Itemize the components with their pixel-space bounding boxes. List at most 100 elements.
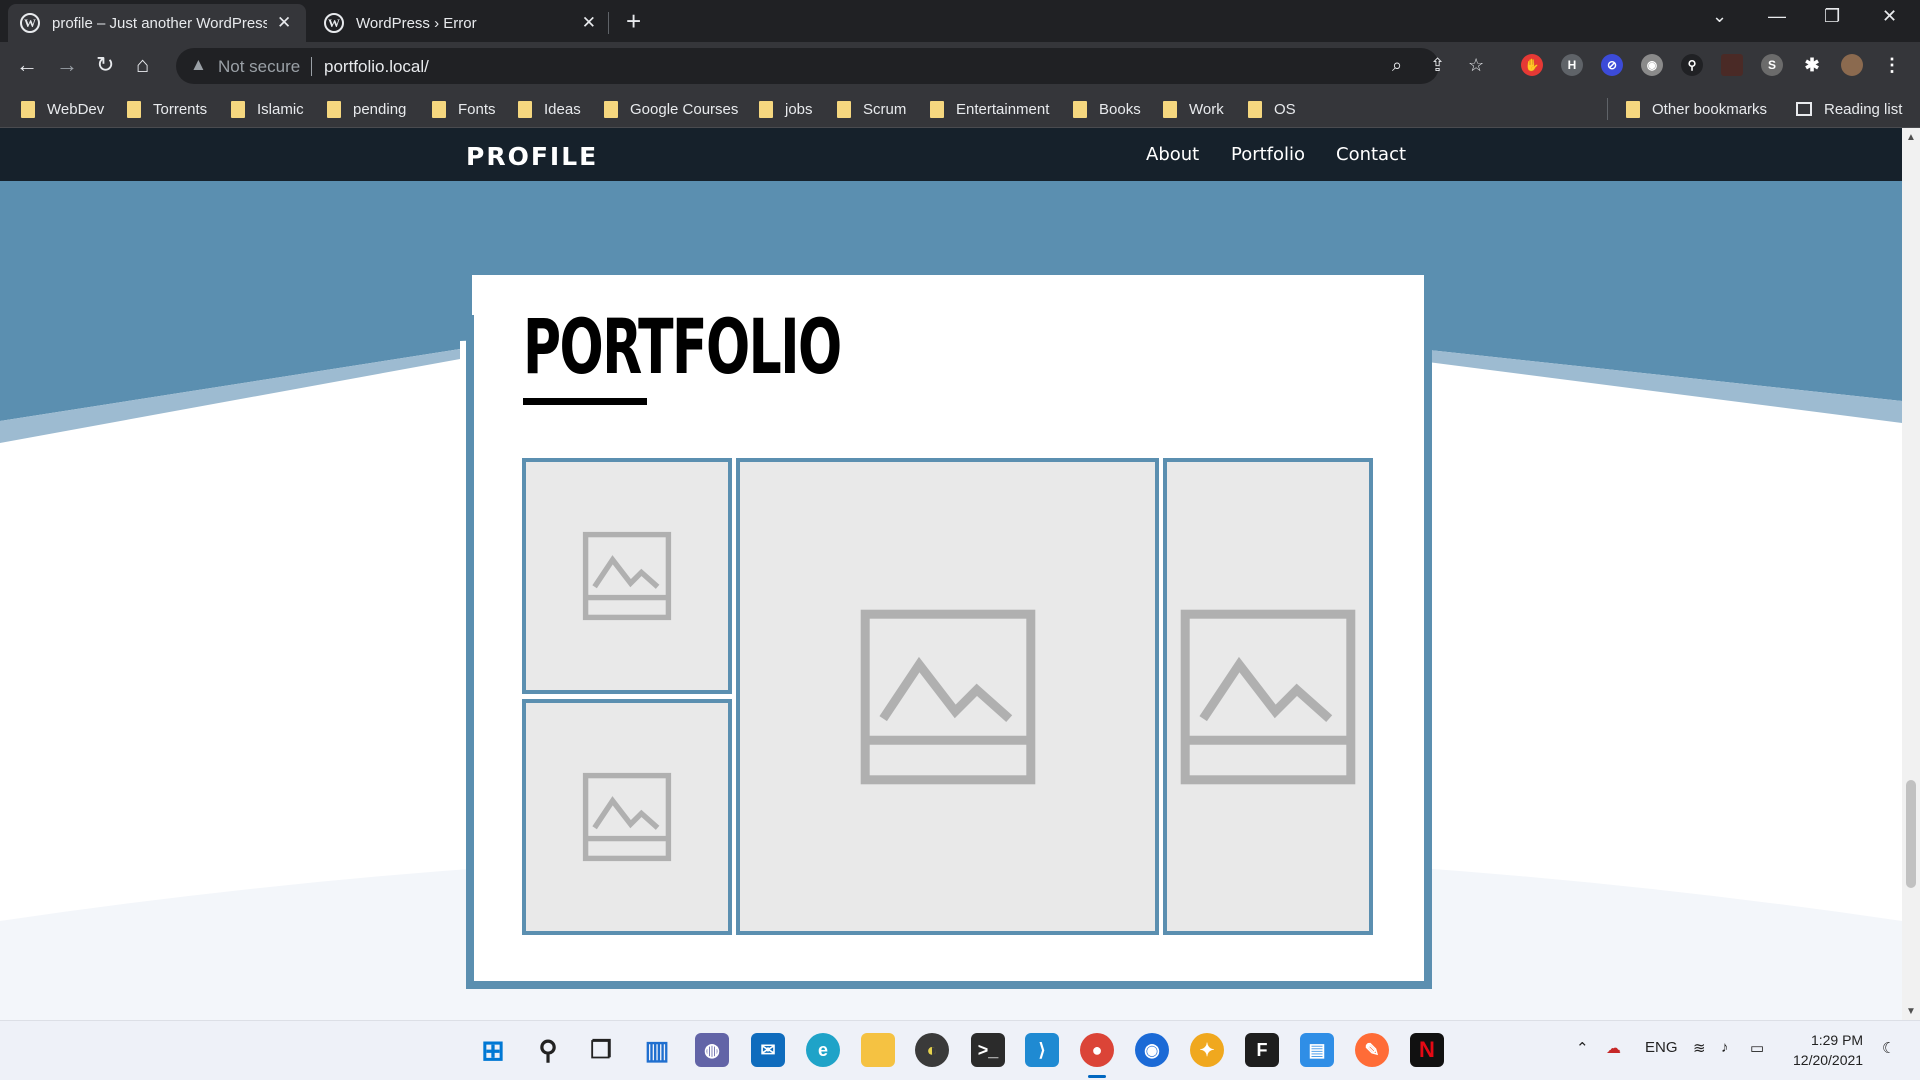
back-icon[interactable]: ← bbox=[16, 52, 38, 78]
bookmark-label: jobs bbox=[785, 100, 813, 118]
network-off-icon[interactable]: ☁ bbox=[1606, 1039, 1621, 1057]
folder-icon bbox=[1626, 100, 1640, 118]
show-hidden-icons-icon[interactable]: ⌃ bbox=[1576, 1039, 1589, 1057]
bookmark-folder[interactable]: Google Courses bbox=[604, 90, 738, 128]
bookmark-folder[interactable]: pending bbox=[327, 90, 406, 128]
new-tab-icon[interactable]: + bbox=[626, 6, 641, 37]
battery-icon[interactable]: ▭ bbox=[1750, 1039, 1764, 1057]
portfolio-item[interactable] bbox=[522, 458, 732, 694]
minimize-icon[interactable]: — bbox=[1768, 6, 1786, 27]
scroll-down-icon[interactable]: ▼ bbox=[1906, 1006, 1916, 1017]
firefox-icon[interactable]: ◉ bbox=[1135, 1033, 1169, 1067]
portfolio-item[interactable] bbox=[736, 458, 1159, 935]
system-clock[interactable]: 1:29 PM 12/20/2021 bbox=[1793, 1030, 1863, 1070]
tab-wordpress-error[interactable]: W WordPress › Error ✕ bbox=[312, 4, 608, 42]
nav-contact[interactable]: Contact bbox=[1336, 144, 1406, 165]
volume-icon[interactable]: ♪ bbox=[1721, 1039, 1729, 1056]
close-tab-icon[interactable]: ✕ bbox=[582, 13, 596, 33]
site-logo[interactable]: PROFILE bbox=[466, 142, 598, 171]
extension-swirl-icon[interactable]: S bbox=[1761, 54, 1783, 76]
home-icon[interactable]: ⌂ bbox=[136, 52, 149, 78]
notifications-icon[interactable]: ☾ bbox=[1882, 1039, 1895, 1057]
tab-search-icon[interactable]: ⌄ bbox=[1712, 6, 1727, 27]
terminal-icon[interactable]: >_ bbox=[971, 1033, 1005, 1067]
clock-date: 12/20/2021 bbox=[1793, 1052, 1864, 1068]
file-explorer-icon[interactable] bbox=[861, 1033, 895, 1067]
adblock-extension-icon[interactable]: ✋ bbox=[1521, 54, 1543, 76]
folder-icon bbox=[21, 100, 35, 118]
page-scrollbar[interactable]: ▲ ▼ bbox=[1902, 128, 1920, 1020]
vscode-icon[interactable]: ⟩ bbox=[1025, 1033, 1059, 1067]
widgets-icon[interactable]: ▥ bbox=[640, 1033, 674, 1067]
language-indicator[interactable]: ENG bbox=[1645, 1039, 1678, 1056]
portfolio-item[interactable] bbox=[1163, 458, 1373, 935]
search-icon[interactable]: ⚲ bbox=[531, 1033, 565, 1067]
postman-icon[interactable]: ✎ bbox=[1355, 1033, 1389, 1067]
address-bar[interactable]: ▲ Not secure portfolio.local/ ⌕ ⇪ ☆ bbox=[176, 48, 1484, 84]
other-bookmarks[interactable]: Other bookmarks bbox=[1626, 90, 1767, 128]
folder-icon bbox=[759, 100, 773, 118]
folder-icon bbox=[1163, 100, 1177, 118]
task-view-icon[interactable]: ❐ bbox=[584, 1033, 618, 1067]
other-bookmarks-label: Other bookmarks bbox=[1652, 100, 1768, 118]
bookmark-folder[interactable]: Fonts bbox=[432, 90, 496, 128]
nav-portfolio[interactable]: Portfolio bbox=[1231, 144, 1305, 165]
bookmark-folder[interactable]: Entertainment bbox=[930, 90, 1049, 128]
tab-title: profile – Just another WordPress bbox=[52, 14, 267, 32]
bookmark-folder[interactable]: WebDev bbox=[21, 90, 104, 128]
notepad-icon[interactable]: ▤ bbox=[1300, 1033, 1334, 1067]
bookmark-folder[interactable]: Scrum bbox=[837, 90, 906, 128]
app-bird-icon[interactable]: ✦ bbox=[1190, 1033, 1224, 1067]
card-border-right bbox=[1424, 319, 1432, 989]
zoom-icon[interactable]: ⌕ bbox=[1392, 55, 1402, 76]
bookmark-folder[interactable]: jobs bbox=[759, 90, 813, 128]
bookmark-folder[interactable]: Work bbox=[1163, 90, 1224, 128]
chrome-icon[interactable]: ● bbox=[1080, 1033, 1114, 1067]
reload-icon[interactable]: ↻ bbox=[96, 52, 114, 78]
windows-start-icon[interactable]: ⊞ bbox=[476, 1033, 510, 1067]
extension-search-icon[interactable]: ⚲ bbox=[1681, 54, 1703, 76]
scroll-thumb[interactable] bbox=[1906, 780, 1916, 888]
extension-block-icon[interactable]: ⊘ bbox=[1601, 54, 1623, 76]
url-text[interactable]: portfolio.local/ bbox=[324, 57, 429, 77]
bookmark-label: pending bbox=[353, 100, 407, 118]
extension-box-icon[interactable] bbox=[1721, 54, 1743, 76]
wifi-icon[interactable]: ≋ bbox=[1693, 1039, 1706, 1057]
teams-chat-icon[interactable]: ◍ bbox=[695, 1033, 729, 1067]
profile-avatar[interactable] bbox=[1841, 54, 1863, 76]
portfolio-item[interactable] bbox=[522, 699, 732, 935]
bookmarks-divider bbox=[1607, 98, 1608, 120]
bookmark-folder[interactable]: Books bbox=[1073, 90, 1141, 128]
mail-icon[interactable]: ✉ bbox=[751, 1033, 785, 1067]
app-circle-icon[interactable]: ◐ bbox=[915, 1033, 949, 1067]
restore-icon[interactable]: ❐ bbox=[1824, 6, 1840, 27]
folder-icon bbox=[127, 100, 141, 118]
bookmark-folder[interactable]: Ideas bbox=[518, 90, 581, 128]
bookmark-star-icon[interactable]: ☆ bbox=[1468, 55, 1484, 76]
folder-icon bbox=[432, 100, 446, 118]
folder-icon bbox=[518, 100, 532, 118]
extension-h-icon[interactable]: H bbox=[1561, 54, 1583, 76]
share-icon[interactable]: ⇪ bbox=[1430, 55, 1445, 76]
edge-icon[interactable]: e bbox=[806, 1033, 840, 1067]
close-tab-icon[interactable]: ✕ bbox=[277, 13, 291, 33]
menu-kebab-icon[interactable]: ⋮ bbox=[1881, 54, 1903, 76]
extension-owl-icon[interactable]: ◉ bbox=[1641, 54, 1663, 76]
bookmark-folder[interactable]: Islamic bbox=[231, 90, 304, 128]
close-window-icon[interactable]: ✕ bbox=[1882, 6, 1897, 27]
forward-icon[interactable]: → bbox=[56, 52, 78, 78]
nav-about[interactable]: About bbox=[1146, 144, 1199, 165]
extensions-puzzle-icon[interactable]: ✱ bbox=[1801, 54, 1823, 76]
reading-list[interactable]: Reading list bbox=[1796, 90, 1902, 128]
image-placeholder-icon bbox=[582, 772, 672, 862]
scroll-up-icon[interactable]: ▲ bbox=[1906, 132, 1916, 143]
figma-icon[interactable]: F bbox=[1245, 1033, 1279, 1067]
security-label[interactable]: Not secure bbox=[218, 57, 300, 77]
bookmark-folder[interactable]: Torrents bbox=[127, 90, 207, 128]
reading-list-icon bbox=[1796, 102, 1812, 116]
warning-icon[interactable]: ▲ bbox=[190, 55, 207, 75]
wordpress-icon: W bbox=[20, 13, 40, 33]
bookmark-folder[interactable]: OS bbox=[1248, 90, 1296, 128]
tab-profile[interactable]: W profile – Just another WordPress ✕ bbox=[8, 4, 306, 42]
netflix-icon[interactable]: N bbox=[1410, 1033, 1444, 1067]
